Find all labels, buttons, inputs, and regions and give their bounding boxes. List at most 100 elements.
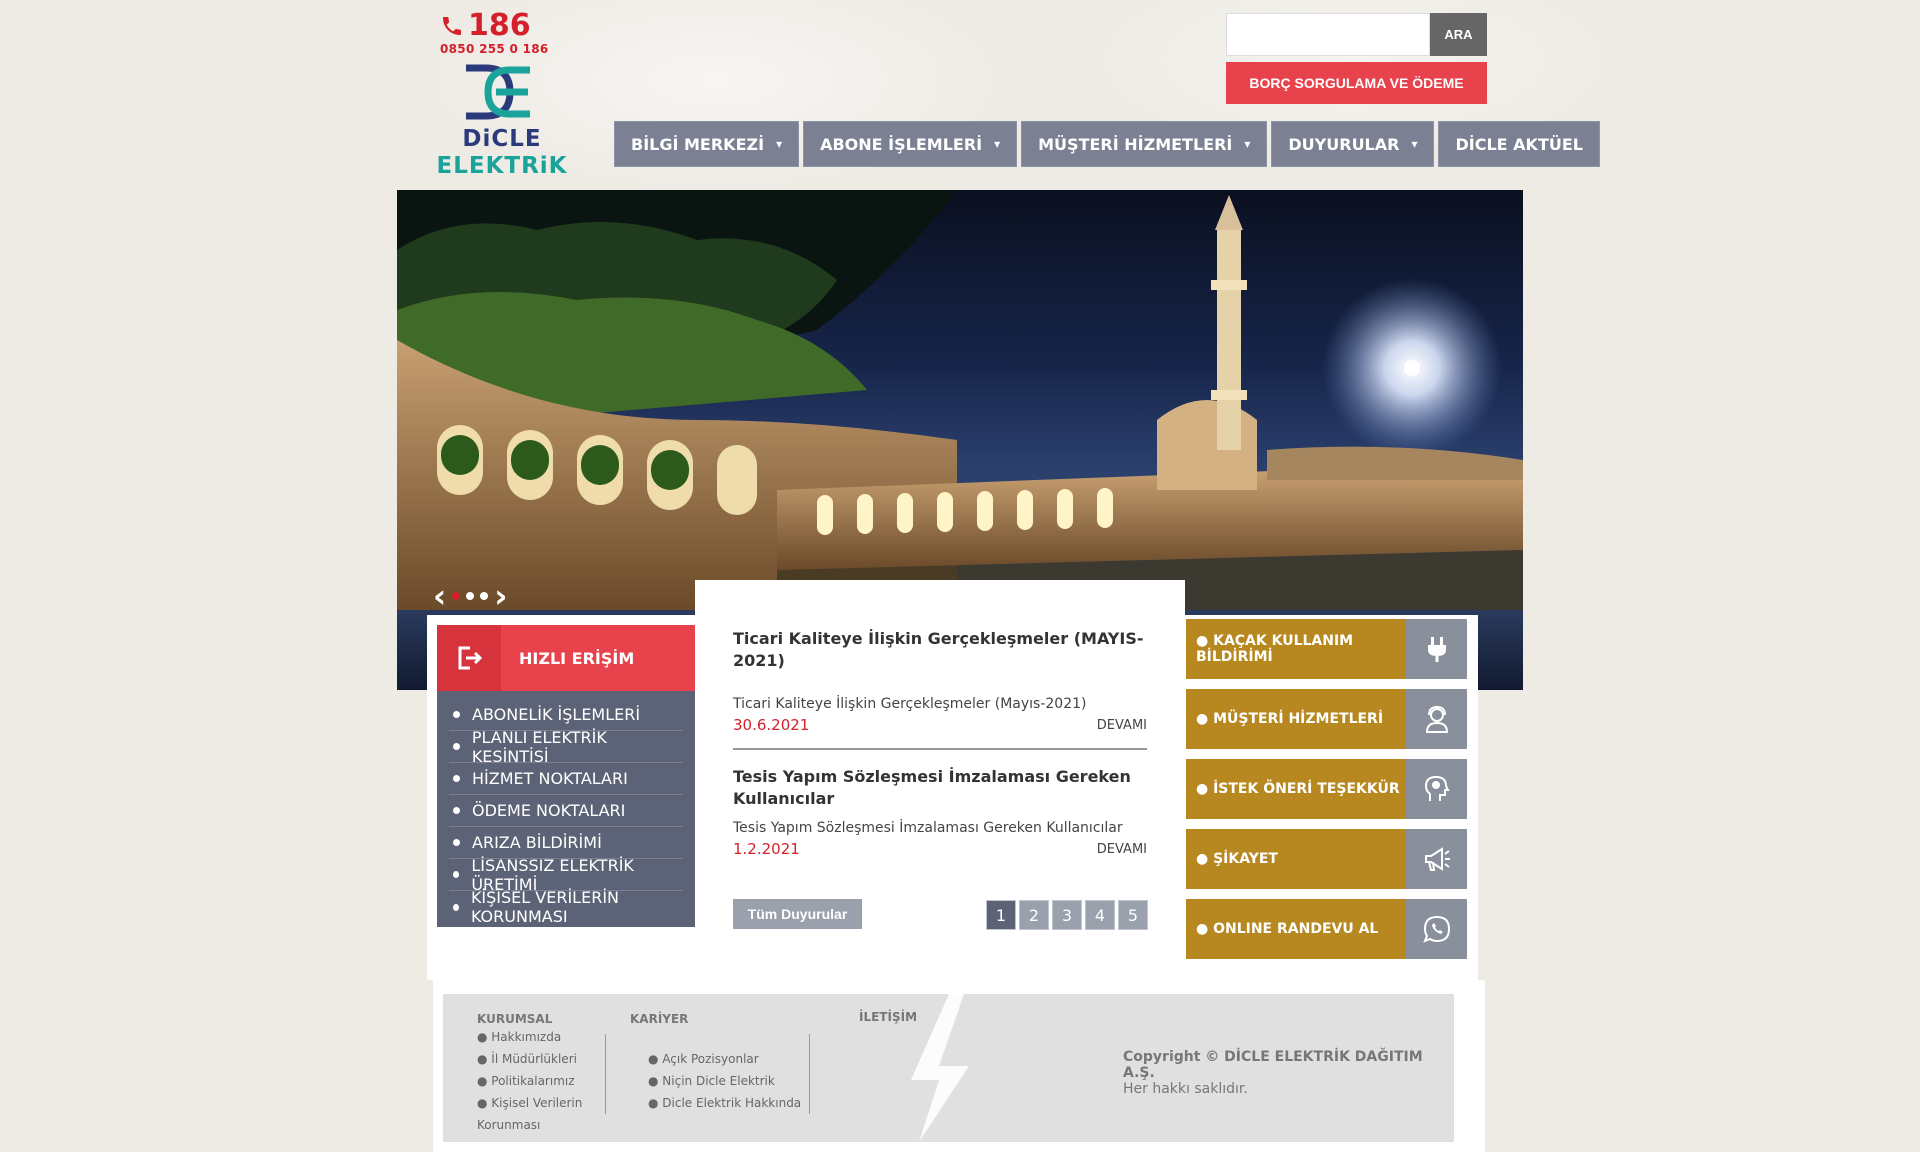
online-randevu-button[interactable]: ● ONLINE RANDEVU AL xyxy=(1186,899,1467,959)
nav-label: MÜŞTERİ HİZMETLERİ xyxy=(1038,134,1233,154)
slider-prev-icon[interactable]: ‹ xyxy=(433,580,446,612)
quick-item-kisisel-veriler[interactable]: KİŞİSEL VERİLERİN KORUNMASI xyxy=(449,888,683,926)
news-date: 1.2.2021 xyxy=(733,840,800,858)
page-4-button[interactable]: 4 xyxy=(1085,900,1115,930)
phone-contact[interactable]: 186 0850 255 0 186 xyxy=(440,8,549,57)
footer-heading: KURUMSAL xyxy=(477,1012,553,1026)
footer-link-dicle-hakkinda[interactable]: ● Dicle Elektrik Hakkında xyxy=(630,1092,801,1114)
slider-next-icon[interactable]: › xyxy=(494,580,507,612)
footer-col-iletisim: İLETİŞİM xyxy=(859,1010,917,1032)
nav-abone-islemleri[interactable]: ABONE İŞLEMLERİ ▾ xyxy=(803,121,1018,167)
page-1-button[interactable]: 1 xyxy=(986,900,1016,930)
logo[interactable]: DiCLE ELEKTRiK xyxy=(432,64,572,182)
news-more-link[interactable]: DEVAMI xyxy=(1097,718,1147,733)
quick-item-label: KİŞİSEL VERİLERİN KORUNMASI xyxy=(470,888,620,926)
slider-dot-2[interactable] xyxy=(466,592,475,600)
bullet-icon xyxy=(453,743,460,750)
lightning-bolt-icon xyxy=(911,994,969,1142)
news-item: Tesis Yapım Sözleşmesi İmzalaması Gereke… xyxy=(733,766,1147,872)
footer-heading[interactable]: İLETİŞİM xyxy=(859,1010,917,1024)
logo-text-dicle: DiCLE xyxy=(462,126,542,152)
footer-link-politikalar[interactable]: ● Politikalarımız xyxy=(477,1070,582,1092)
footer-link-hakkimizda[interactable]: ● Hakkımızda xyxy=(477,1026,582,1048)
action-label: ● ŞİKAYET xyxy=(1186,829,1406,889)
page-2-button[interactable]: 2 xyxy=(1019,900,1049,930)
bullet-icon xyxy=(453,903,459,911)
quick-item-ariza-bildirimi[interactable]: ARIZA BİLDİRİMİ xyxy=(449,827,683,859)
footer-link-il-mudurlukleri[interactable]: ● İl Müdürlükleri xyxy=(477,1048,582,1070)
logo-text-elektrik: ELEKTRiK xyxy=(436,153,568,179)
footer-link-acik-pozisyonlar[interactable]: ● Açık Pozisyonlar xyxy=(630,1048,801,1070)
footer-divider xyxy=(605,1034,606,1114)
action-label: ● MÜŞTERİ HİZMETLERİ xyxy=(1186,689,1406,749)
whatsapp-icon xyxy=(1406,899,1467,959)
operator-icon xyxy=(1406,689,1467,749)
footer-col-kurumsal: KURUMSAL ● Hakkımızda ● İl Müdürlükleri … xyxy=(477,1012,582,1136)
news-item: Ticari Kaliteye İlişkin Gerçekleşmeler (… xyxy=(733,628,1147,750)
nav-musteri-hizmetleri[interactable]: MÜŞTERİ HİZMETLERİ ▾ xyxy=(1021,121,1268,167)
footer-link-korunmasi[interactable]: Korunması xyxy=(477,1114,582,1136)
bullet-icon xyxy=(453,711,460,718)
quick-item-label: ÖDEME NOKTALARI xyxy=(472,801,626,820)
news-meta: 1.2.2021 DEVAMI xyxy=(733,840,1147,858)
nav-label: DUYURULAR xyxy=(1288,134,1400,154)
phone-icon xyxy=(443,17,461,35)
slider-dot-3[interactable] xyxy=(480,592,489,600)
quick-item-lisanssiz-uretim[interactable]: LİSANSSIZ ELEKTRİK ÜRETİMİ xyxy=(449,856,683,894)
quick-item-hizmet-noktalari[interactable]: HİZMET NOKTALARI xyxy=(449,763,683,795)
megaphone-icon xyxy=(1406,829,1467,889)
musteri-hizmetleri-button[interactable]: ● MÜŞTERİ HİZMETLERİ xyxy=(1186,689,1467,749)
news-desc: Ticari Kaliteye İlişkin Gerçekleşmeler (… xyxy=(733,696,1087,712)
quick-item-abonelik[interactable]: ABONELİK İŞLEMLERİ xyxy=(449,699,683,731)
search-input[interactable] xyxy=(1226,13,1430,56)
news-desc: Tesis Yapım Sözleşmesi İmzalaması Gereke… xyxy=(733,820,1123,836)
all-announcements-button[interactable]: Tüm Duyurular xyxy=(733,899,862,929)
footer-link-kisisel-veriler[interactable]: ● Kişisel Verilerin xyxy=(477,1092,582,1114)
action-label: ● KAÇAK KULLANIM BİLDİRİMİ xyxy=(1186,619,1406,679)
phone-short: 186 xyxy=(468,8,531,43)
quick-item-odeme-noktalari[interactable]: ÖDEME NOKTALARI xyxy=(449,795,683,827)
slider-controls: ‹ › xyxy=(433,580,507,612)
main-nav: BİLGİ MERKEZİ ▾ ABONE İŞLEMLERİ ▾ MÜŞTERİ … xyxy=(614,121,1600,167)
phone-long: 0850 255 0 186 xyxy=(440,42,549,56)
page-3-button[interactable]: 3 xyxy=(1052,900,1082,930)
news-more-link[interactable]: DEVAMI xyxy=(1097,842,1147,857)
footer-heading: KARİYER xyxy=(630,1012,689,1026)
news-pagination: 1 2 3 4 5 xyxy=(986,900,1148,930)
exit-arrow-icon xyxy=(437,625,501,691)
copyright-line2: Her hakkı saklıdır. xyxy=(1123,1081,1248,1097)
news-title[interactable]: Tesis Yapım Sözleşmesi İmzalaması Gereke… xyxy=(733,766,1147,810)
news-date: 30.6.2021 xyxy=(733,716,810,734)
caret-down-icon: ▾ xyxy=(1244,137,1251,151)
action-label: ● ONLINE RANDEVU AL xyxy=(1186,899,1406,959)
search-button[interactable]: ARA xyxy=(1430,13,1487,56)
footer-link-nicin-dicle[interactable]: ● Niçin Dicle Elektrik xyxy=(630,1070,801,1092)
debt-payment-button[interactable]: BORÇ SORGULAMA VE ÖDEME xyxy=(1226,62,1487,104)
nav-label: DİCLE AKTÜEL xyxy=(1455,134,1583,154)
quick-access-header: HIZLI ERİŞİM xyxy=(437,625,695,691)
kacak-kullanim-button[interactable]: ● KAÇAK KULLANIM BİLDİRİMİ xyxy=(1186,619,1467,679)
quick-item-label: ARIZA BİLDİRİMİ xyxy=(472,833,602,852)
nav-bilgi-merkezi[interactable]: BİLGİ MERKEZİ ▾ xyxy=(614,121,800,167)
nav-dicle-aktuel[interactable]: DİCLE AKTÜEL xyxy=(1438,121,1600,167)
slider-dot-1[interactable] xyxy=(452,592,461,600)
news-title[interactable]: Ticari Kaliteye İlişkin Gerçekleşmeler (… xyxy=(733,628,1147,672)
page-5-button[interactable]: 5 xyxy=(1118,900,1148,930)
caret-down-icon: ▾ xyxy=(994,137,1001,151)
bullet-icon xyxy=(453,839,460,846)
quick-access-title: HIZLI ERİŞİM xyxy=(519,648,635,668)
quick-access-list: ABONELİK İŞLEMLERİ PLANLI ELEKTRİK KESİN… xyxy=(437,691,695,927)
quick-item-label: PLANLI ELEKTRİK KESİNTİSİ xyxy=(471,727,607,766)
idea-head-icon xyxy=(1406,759,1467,819)
caret-down-icon: ▾ xyxy=(1411,137,1418,151)
istek-oneri-button[interactable]: ● İSTEK ÖNERİ TEŞEKKÜR xyxy=(1186,759,1467,819)
copyright-line1: Copyright © DİCLE ELEKTRİK DAĞITIM A.Ş. xyxy=(1123,1049,1423,1081)
sikayet-button[interactable]: ● ŞİKAYET xyxy=(1186,829,1467,889)
nav-duyurular[interactable]: DUYURULAR ▾ xyxy=(1271,121,1435,167)
quick-item-planli-kesinti[interactable]: PLANLI ELEKTRİK KESİNTİSİ xyxy=(449,727,683,766)
footer-divider xyxy=(809,1034,810,1114)
quick-item-label: ABONELİK İŞLEMLERİ xyxy=(472,705,641,724)
logo-mark-icon xyxy=(466,64,530,120)
search-bar: ARA xyxy=(1226,13,1487,56)
caret-down-icon: ▾ xyxy=(776,137,783,151)
